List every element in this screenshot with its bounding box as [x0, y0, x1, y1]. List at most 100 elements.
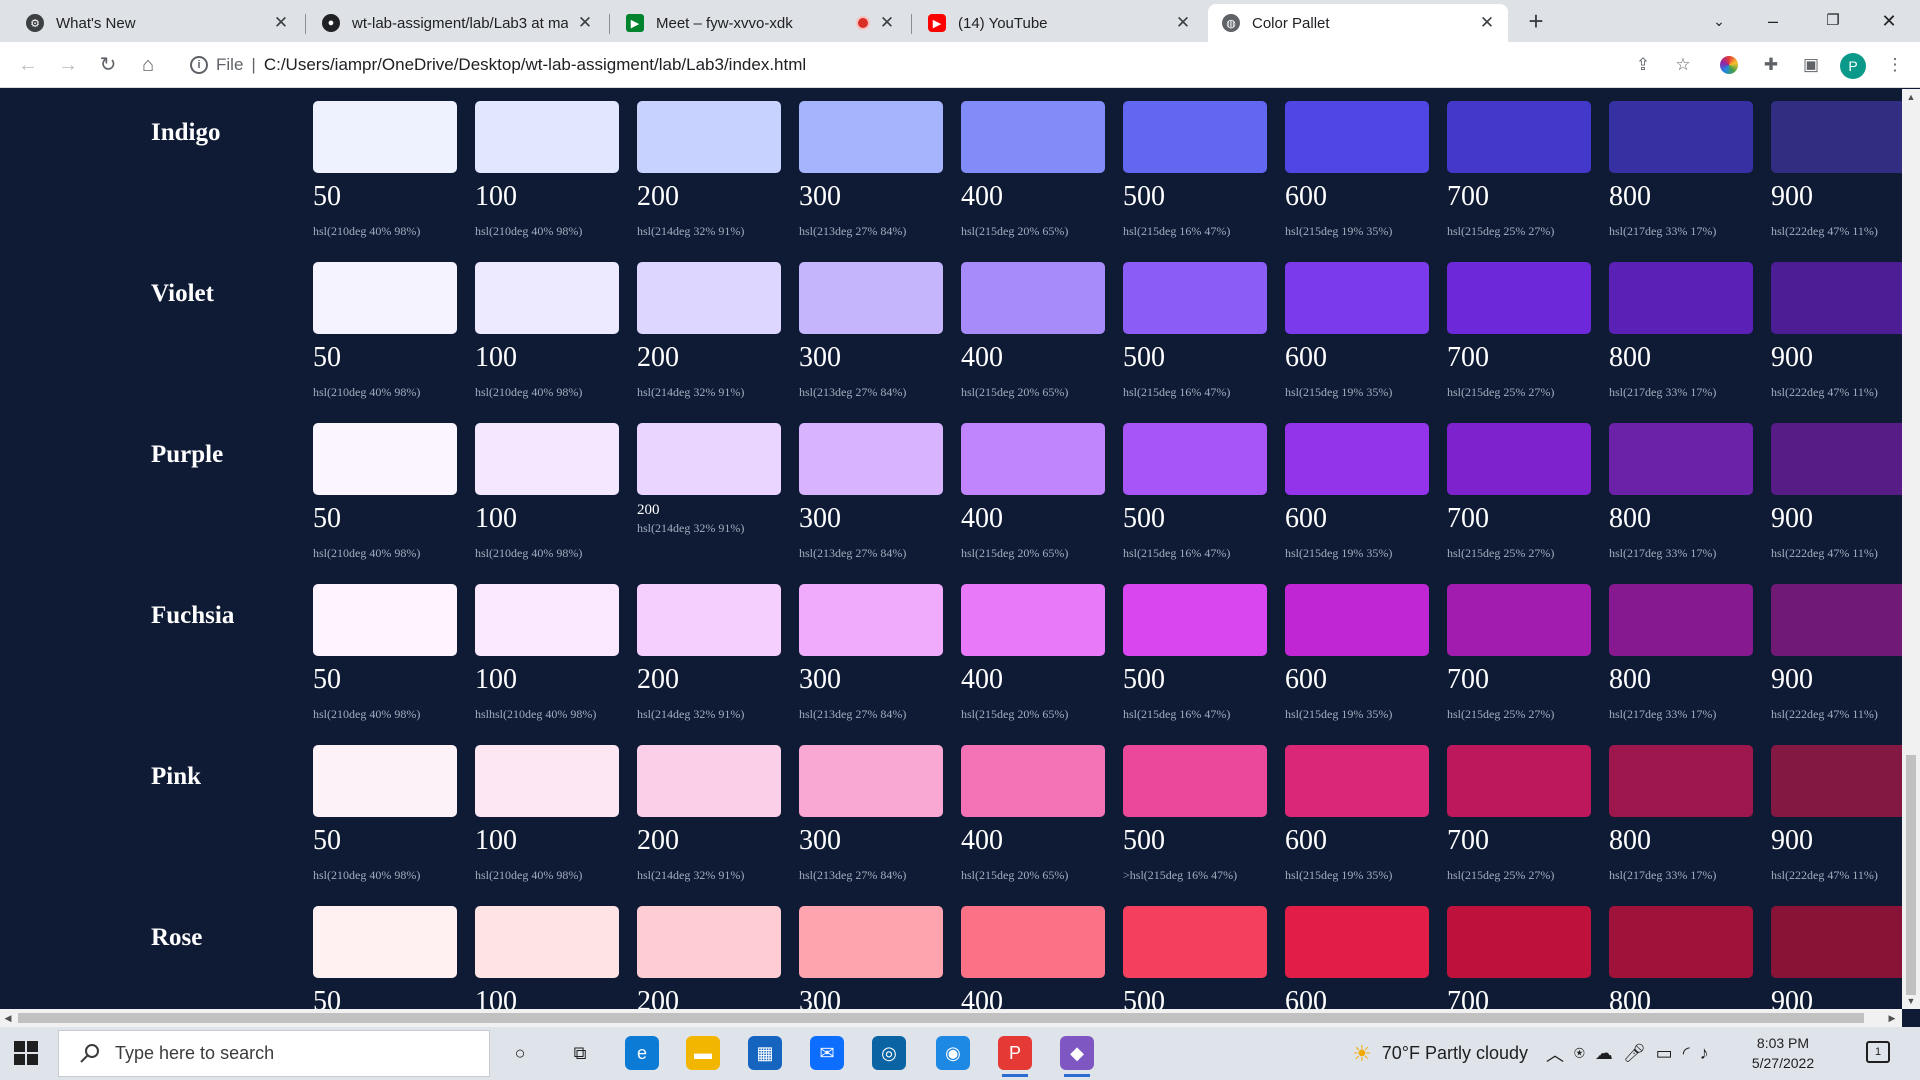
- color-chip: [475, 423, 619, 495]
- scroll-right-arrow-icon[interactable]: ▶: [1884, 1009, 1900, 1027]
- hsl-value: hsl(217deg 33% 17%): [1609, 707, 1717, 721]
- info-icon[interactable]: i: [190, 56, 208, 74]
- color-chip: [1447, 745, 1591, 817]
- horizontal-scrollbar[interactable]: ◀ ▶: [0, 1009, 1902, 1027]
- palette-name: Pink: [151, 763, 202, 790]
- back-button[interactable]: ←: [14, 51, 42, 79]
- battery-icon[interactable]: ▭: [1656, 1043, 1673, 1064]
- minimize-button[interactable]: –: [1750, 4, 1796, 38]
- tab-meet[interactable]: ▶ Meet – fyw-xvvo-xdk ✕: [612, 4, 908, 42]
- color-swatch: 200: [637, 906, 783, 1009]
- color-chip: [1609, 584, 1753, 656]
- scroll-left-arrow-icon[interactable]: ◀: [0, 1009, 16, 1027]
- palette-row-indigo: Indigo 50 hsl(210deg 40% 98%) 100 hsl(210deg…: [0, 101, 1902, 262]
- color-swatch: 50 hsl(210deg 40% 98%): [313, 584, 459, 721]
- shade-label: 300: [799, 503, 841, 534]
- color-chip: [313, 745, 457, 817]
- new-tab-button[interactable]: +: [1520, 6, 1552, 38]
- notification-center-icon[interactable]: 1: [1866, 1041, 1890, 1063]
- close-window-button[interactable]: ✕: [1866, 4, 1912, 38]
- weather-icon[interactable]: ☀: [1352, 1041, 1372, 1067]
- shade-label: 600: [1285, 825, 1327, 856]
- scroll-down-arrow-icon[interactable]: ▼: [1902, 993, 1920, 1009]
- home-button[interactable]: ⌂: [134, 51, 162, 79]
- wifi-icon[interactable]: ◜: [1683, 1043, 1690, 1064]
- shade-label: 900: [1771, 664, 1813, 695]
- address-bar[interactable]: i File | C:/Users/iampr/OneDrive/Desktop…: [176, 47, 1716, 83]
- color-chip: [1609, 101, 1753, 173]
- color-chip: [637, 262, 781, 334]
- microphone-icon[interactable]: 🎤︎: [1623, 1043, 1646, 1064]
- color-chip: [1447, 906, 1591, 978]
- shade-label: 900: [1771, 181, 1813, 212]
- shade-label: 300: [799, 986, 841, 1009]
- scrollbar-thumb[interactable]: [18, 1013, 1864, 1023]
- shade-label: 50: [313, 342, 341, 373]
- close-icon[interactable]: ✕: [576, 13, 594, 33]
- tab-search-chevron-icon[interactable]: ⌄: [1696, 4, 1742, 38]
- color-chip: [475, 906, 619, 978]
- vertical-scrollbar[interactable]: ▲ ▼: [1902, 89, 1920, 1009]
- edge-icon[interactable]: e: [625, 1036, 659, 1070]
- microsoft-store-icon[interactable]: ▦: [748, 1036, 782, 1070]
- volume-icon[interactable]: ♪: [1700, 1043, 1709, 1064]
- color-swatch: 500 hsl(215deg 16% 47%): [1123, 584, 1269, 721]
- people-icon[interactable]: ⍟: [1574, 1043, 1585, 1064]
- extensions-puzzle-icon[interactable]: ✚: [1760, 54, 1782, 76]
- close-icon[interactable]: ✕: [1174, 13, 1192, 33]
- shade-label: 800: [1609, 664, 1651, 695]
- color-swatch: 900 hsl(222deg 47% 11%): [1771, 262, 1902, 399]
- hsl-value: hsl(215deg 16% 47%): [1123, 385, 1231, 399]
- onedrive-cloud-icon[interactable]: ☁: [1595, 1043, 1613, 1064]
- chrome-icon[interactable]: P: [998, 1036, 1032, 1077]
- file-explorer-icon[interactable]: ▬: [686, 1036, 720, 1070]
- color-swatch: 500 hsl(215deg 16% 47%): [1123, 423, 1269, 560]
- clock[interactable]: 8:03 PM 5/27/2022: [1740, 1033, 1826, 1073]
- color-extension-icon[interactable]: [1720, 56, 1738, 74]
- url-text[interactable]: C:/Users/iampr/OneDrive/Desktop/wt-lab-a…: [264, 55, 806, 75]
- close-icon[interactable]: ✕: [878, 13, 896, 33]
- weather-text[interactable]: 70°F Partly cloudy: [1382, 1043, 1528, 1064]
- taskbar-search-input[interactable]: Type here to search: [58, 1030, 490, 1077]
- show-hidden-icons-chevron-icon[interactable]: ︿: [1546, 1041, 1564, 1067]
- color-chip: [1123, 423, 1267, 495]
- share-icon[interactable]: ⇪: [1632, 54, 1654, 76]
- color-chip: [637, 584, 781, 656]
- task-view-icon[interactable]: ⧉: [563, 1036, 597, 1070]
- color-chip: [1285, 584, 1429, 656]
- mail-icon[interactable]: ✉: [810, 1036, 844, 1070]
- windows-start-icon[interactable]: [14, 1041, 40, 1067]
- app-icon[interactable]: ◉: [936, 1036, 970, 1070]
- scroll-up-arrow-icon[interactable]: ▲: [1902, 89, 1920, 105]
- hsl-value: hsl(222deg 47% 11%): [1771, 868, 1878, 882]
- dell-icon[interactable]: ◎: [872, 1036, 906, 1070]
- color-chip: [313, 423, 457, 495]
- tab-whats-new[interactable]: ⚙ What's New ✕: [12, 4, 302, 42]
- profile-avatar[interactable]: P: [1840, 53, 1866, 79]
- tab-github[interactable]: ● wt-lab-assigment/lab/Lab3 at ma ✕: [308, 4, 606, 42]
- close-icon[interactable]: ✕: [1478, 13, 1496, 33]
- close-icon[interactable]: ✕: [272, 13, 290, 33]
- color-chip: [799, 423, 943, 495]
- hsl-value: hsl(214deg 32% 91%): [637, 224, 745, 238]
- scrollbar-thumb[interactable]: [1906, 755, 1916, 995]
- color-chip: [1771, 745, 1902, 817]
- shade-label: 200: [637, 181, 679, 212]
- shade-label: 500: [1123, 181, 1165, 212]
- side-panel-icon[interactable]: ▣: [1800, 54, 1822, 76]
- menu-kebab-icon[interactable]: ⋮: [1884, 54, 1906, 76]
- shade-label: 300: [799, 825, 841, 856]
- color-swatch: 100 hsl(210deg 40% 98%): [475, 101, 621, 238]
- gem-app-icon[interactable]: ◆: [1060, 1036, 1094, 1077]
- shade-label: 700: [1447, 503, 1489, 534]
- cortana-icon[interactable]: ○: [503, 1036, 537, 1070]
- tab-youtube[interactable]: ▶ (14) YouTube ✕: [914, 4, 1204, 42]
- reload-button[interactable]: ↻: [94, 51, 122, 79]
- hsl-value: hsl(215deg 25% 27%): [1447, 546, 1555, 560]
- forward-button[interactable]: →: [54, 51, 82, 79]
- tab-color-pallet[interactable]: ◍ Color Pallet ✕: [1208, 4, 1508, 42]
- maximize-button[interactable]: ❐: [1810, 4, 1856, 38]
- color-swatch: 700 hsl(215deg 25% 27%): [1447, 262, 1593, 399]
- color-swatch: 800 hsl(217deg 33% 17%): [1609, 745, 1755, 882]
- bookmark-star-icon[interactable]: ☆: [1672, 54, 1694, 76]
